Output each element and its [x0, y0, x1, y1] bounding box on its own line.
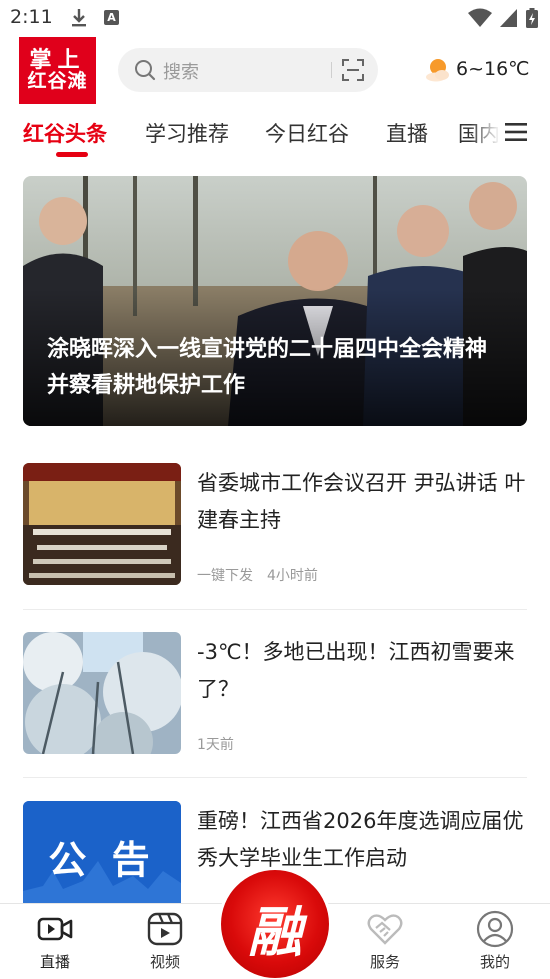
app-screen: 2:11 A 掌上 红谷滩 搜索 6~16℃ 红谷头条 学习推荐 今日红谷 直播… — [0, 0, 550, 979]
news-item[interactable]: -3℃！多地已出现！江西初雪要来了？ 1天前 — [23, 632, 527, 756]
news-meta: 1天前 — [197, 734, 234, 754]
tab-fade-overlay — [470, 112, 500, 156]
meeting-photo — [23, 463, 181, 585]
nav-service[interactable]: 服务 — [345, 904, 425, 979]
nav-mine-label: 我的 — [479, 953, 510, 971]
news-time: 1天前 — [197, 737, 234, 753]
search-input[interactable]: 搜索 — [118, 48, 378, 92]
tab-today-honggu[interactable]: 今日红谷 — [265, 118, 349, 148]
nav-live-label: 直播 — [39, 953, 70, 971]
search-separator — [331, 62, 332, 78]
app-logo: 掌上 红谷滩 — [19, 37, 96, 104]
keyboard-notification-icon: A — [104, 10, 119, 25]
logo-line1: 掌上 — [29, 46, 86, 73]
profile-icon — [476, 910, 514, 948]
battery-icon — [526, 8, 538, 28]
news-thumbnail — [23, 463, 181, 585]
announcement-thumb-text: 公 告 — [48, 838, 156, 882]
channel-menu-icon[interactable] — [505, 122, 527, 142]
news-title: 重磅！江西省2026年度选调应届优秀大学毕业生工作启动 — [197, 809, 524, 870]
tab-live[interactable]: 直播 — [386, 118, 428, 148]
nav-live[interactable]: 直播 — [15, 904, 95, 979]
video-icon — [147, 912, 183, 946]
weather-cloudy-sun-icon — [426, 59, 449, 82]
download-icon — [72, 9, 86, 27]
nav-video[interactable]: 视频 — [125, 904, 205, 979]
active-tab-indicator — [56, 152, 88, 157]
search-icon — [135, 60, 156, 81]
news-item[interactable]: 省委城市工作会议召开 尹弘讲话 叶建春主持 一键下发 4小时前 — [23, 463, 527, 587]
news-time: 4小时前 — [267, 568, 318, 584]
status-time: 2:11 — [10, 6, 53, 28]
list-divider — [23, 777, 527, 778]
news-title: -3℃！多地已出现！江西初雪要来了？ — [197, 640, 515, 701]
tab-hongu-headline[interactable]: 红谷头条 — [23, 118, 107, 148]
live-video-icon — [37, 917, 73, 941]
status-icons — [468, 8, 538, 28]
service-handshake-icon — [367, 914, 403, 945]
logo-line2: 红谷滩 — [27, 70, 88, 93]
search-placeholder: 搜索 — [163, 62, 199, 83]
tab-study-recommend[interactable]: 学习推荐 — [145, 118, 229, 148]
news-title: 省委城市工作会议召开 尹弘讲话 叶建春主持 — [197, 471, 526, 532]
news-meta: 一键下发 4小时前 — [197, 565, 318, 585]
nav-video-label: 视频 — [149, 953, 180, 971]
center-button-label: 融 — [248, 900, 302, 964]
list-divider — [23, 609, 527, 610]
signal-icon — [500, 9, 517, 27]
weather-temperature[interactable]: 6~16℃ — [456, 58, 530, 80]
status-bar: 2:11 A — [0, 0, 550, 36]
nav-mine[interactable]: 我的 — [455, 904, 535, 979]
news-source: 一键下发 — [197, 568, 253, 584]
news-thumbnail — [23, 632, 181, 754]
center-rong-button[interactable]: 融 — [221, 870, 329, 978]
scan-icon[interactable] — [342, 59, 364, 81]
snow-tree-photo — [23, 632, 181, 754]
hero-title: 涂晓晖深入一线宣讲党的二十届四中全会精神并察看耕地保护工作 — [47, 337, 488, 398]
nav-service-label: 服务 — [369, 953, 400, 971]
hero-news-card[interactable]: 涂晓晖深入一线宣讲党的二十届四中全会精神并察看耕地保护工作 — [23, 176, 527, 426]
wifi-icon — [468, 8, 492, 27]
